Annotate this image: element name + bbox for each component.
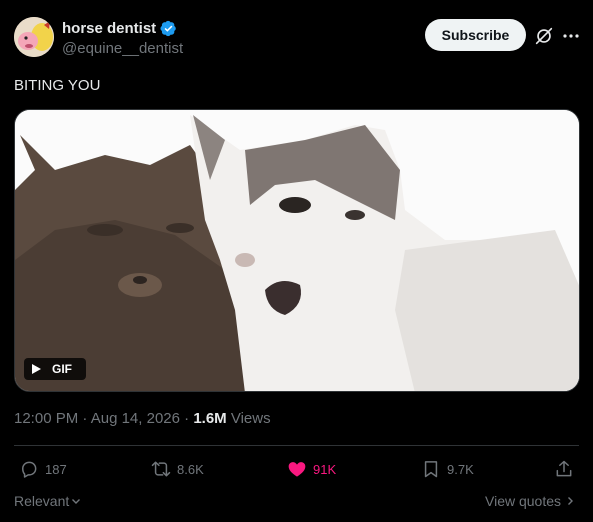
repost-icon (151, 461, 171, 477)
handle[interactable]: @equine__dentist (62, 40, 183, 57)
gif-badge[interactable]: GIF (24, 358, 86, 380)
avatar-image (14, 17, 54, 57)
post-meta: 12:00 PM · Aug 14, 2026 · 1.6M Views (14, 410, 271, 427)
share-button[interactable] (554, 457, 574, 481)
views-label: Views (230, 410, 271, 427)
reply-count: 187 (45, 461, 67, 477)
avatar[interactable] (14, 17, 54, 57)
sort-dropdown[interactable]: Relevant (14, 493, 81, 509)
like-count: 91K (313, 461, 337, 477)
post-time[interactable]: 12:00 PM (14, 410, 78, 427)
author-block: horse dentist @equine__dentist (62, 18, 183, 58)
sort-label: Relevant (14, 493, 70, 509)
repost-button[interactable]: 8.6K (151, 457, 204, 481)
share-icon (556, 460, 572, 477)
reply-icon (22, 461, 37, 478)
reply-button[interactable]: 187 (19, 457, 67, 481)
meta-separator: · (82, 410, 91, 427)
verified-badge-icon[interactable] (160, 20, 177, 37)
play-icon[interactable] (30, 363, 42, 375)
subscribe-button[interactable]: Subscribe (425, 19, 526, 51)
chevron-down-icon (72, 499, 81, 504)
gif-frame-image (15, 110, 579, 391)
post-date[interactable]: Aug 14, 2026 (91, 410, 180, 427)
grok-icon[interactable] (533, 25, 555, 47)
display-name[interactable]: horse dentist (62, 20, 156, 37)
tweet-text: BITING YOU (14, 77, 101, 94)
like-button[interactable]: 91K (287, 457, 336, 481)
chevron-right-icon (568, 497, 574, 505)
view-quotes-link[interactable]: View quotes (485, 493, 575, 509)
more-icon[interactable] (561, 25, 581, 47)
bookmark-icon (424, 461, 438, 478)
name-row: horse dentist (62, 18, 183, 38)
views-count: 1.6M (193, 410, 227, 427)
divider (14, 445, 579, 446)
bookmark-count: 9.7K (447, 461, 474, 477)
repost-count: 8.6K (177, 461, 204, 477)
post: horse dentist @equine__dentist Subscribe… (0, 0, 593, 522)
bookmark-button[interactable]: 9.7K (421, 457, 474, 481)
gif-label: GIF (52, 362, 72, 376)
meta-separator: · (184, 410, 194, 427)
heart-icon (288, 462, 306, 477)
gif-media[interactable] (14, 109, 580, 392)
view-quotes-label: View quotes (485, 493, 562, 509)
